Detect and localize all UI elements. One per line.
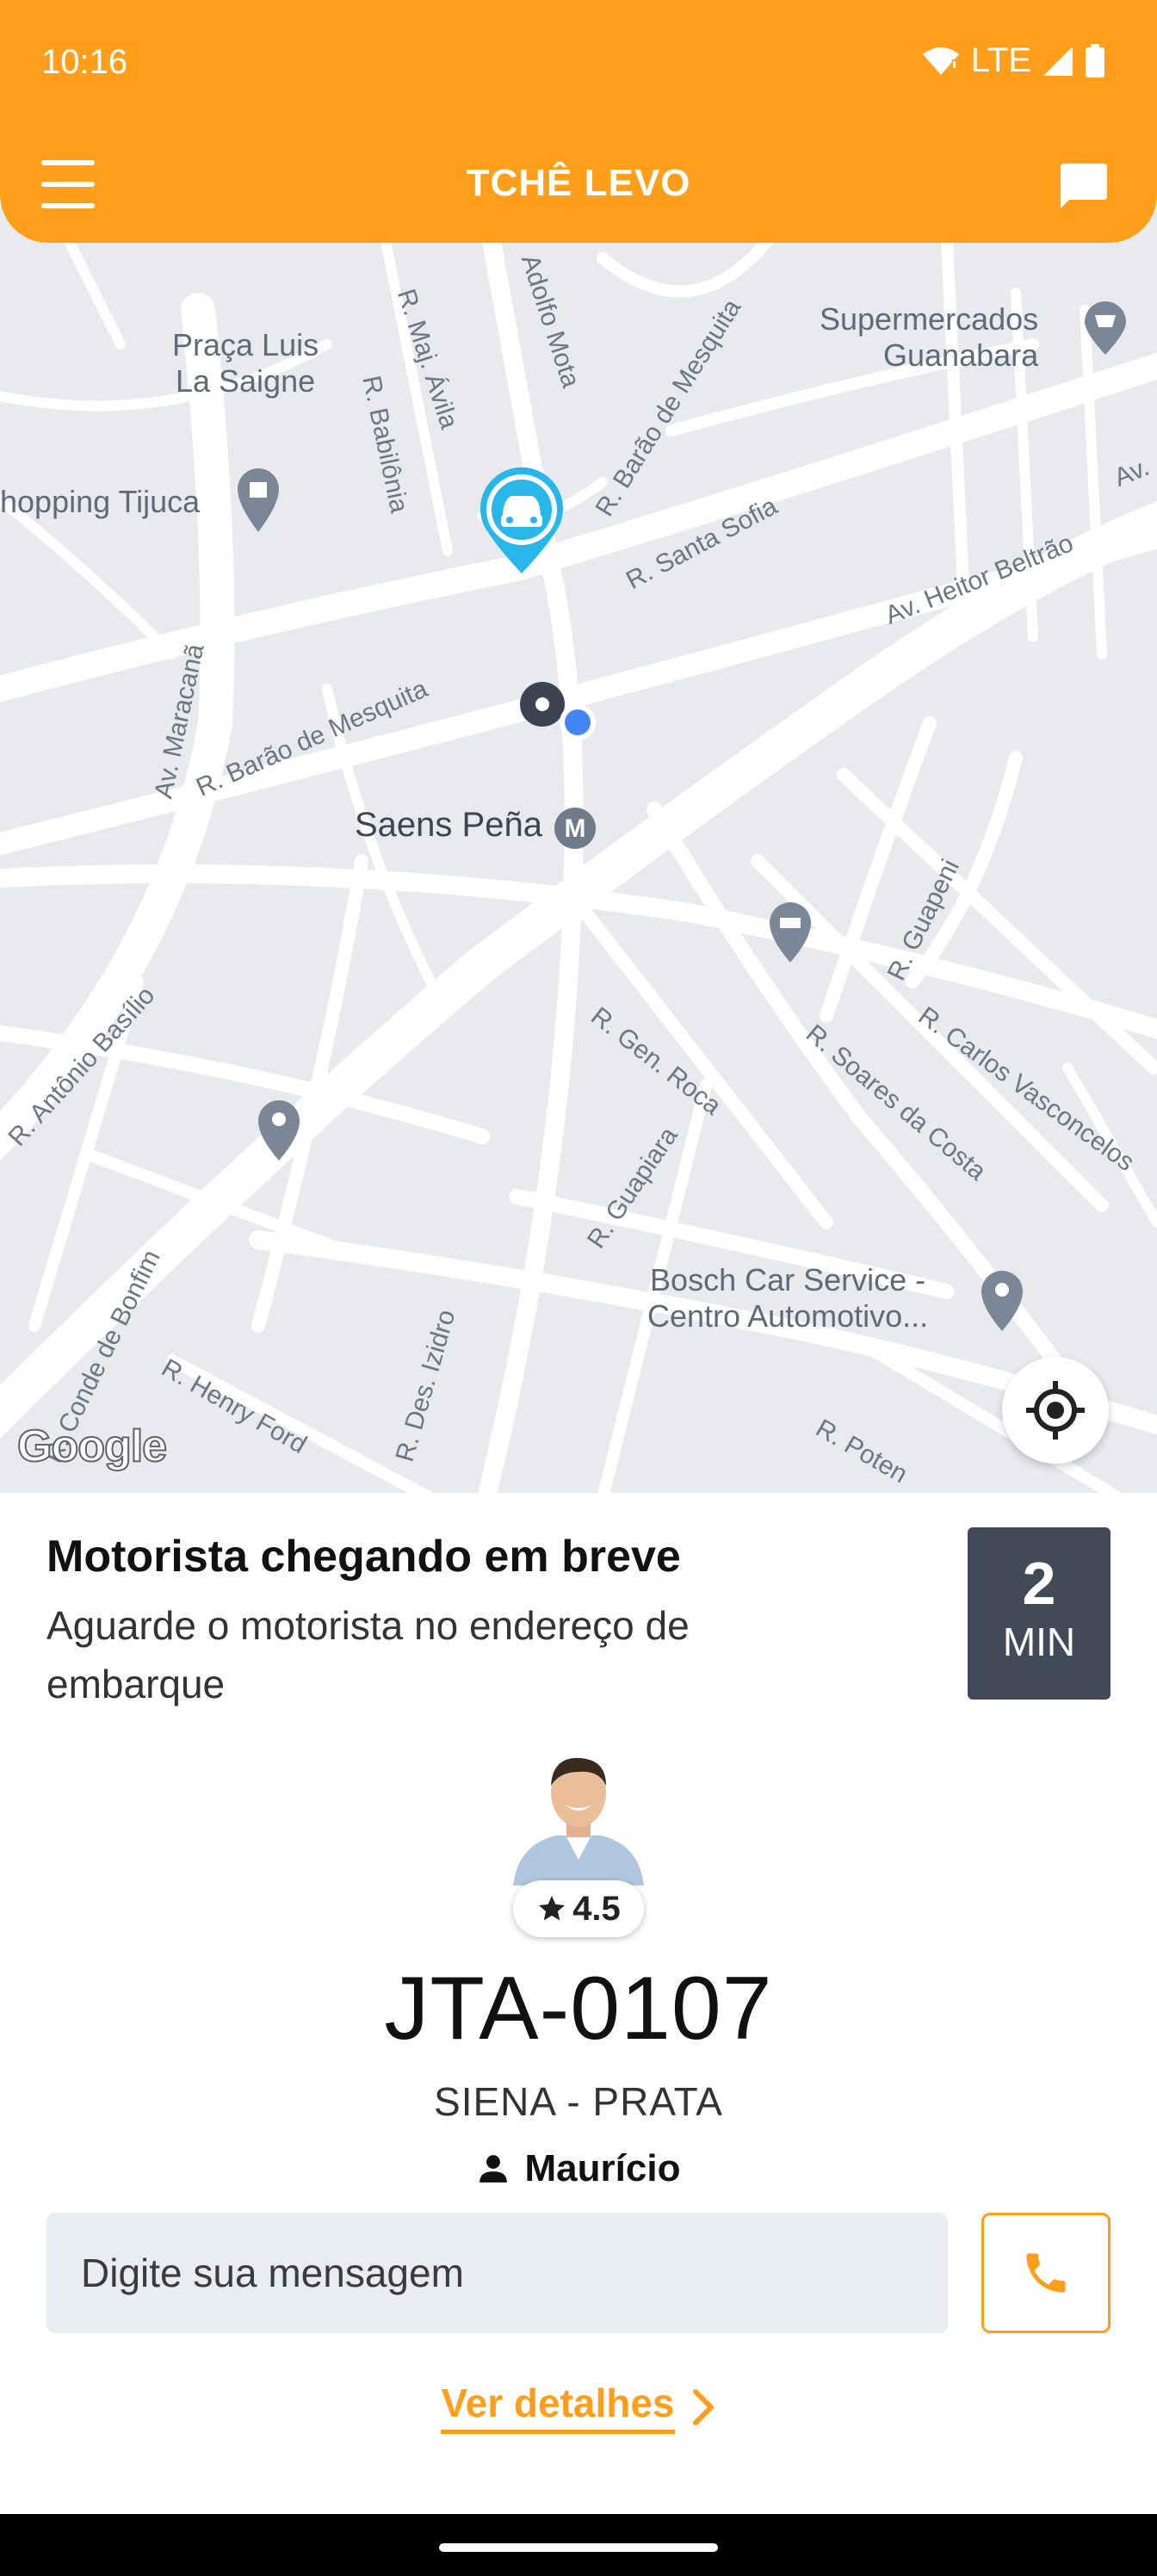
network-type-label: LTE — [970, 41, 1031, 79]
trip-status-subtitle: Aguarde o motorista no endereço de embar… — [46, 1603, 690, 1706]
home-gesture-handle[interactable] — [439, 2543, 718, 2552]
eta-unit: MIN — [1002, 1619, 1076, 1664]
map-place-bosch: Bosch Car Service - Centro Automotivo... — [647, 1262, 928, 1334]
driver-name: Maurício — [524, 2147, 681, 2189]
shopping-cart-pin-icon — [1085, 301, 1126, 355]
app-title: TCHÊ LEVO — [466, 162, 691, 204]
google-attribution-logo: Google — [16, 1421, 168, 1472]
status-icons: LTE — [921, 41, 1105, 80]
system-navigation-bar — [0, 2514, 1157, 2576]
chat-button[interactable] — [1057, 162, 1109, 210]
wifi-icon — [922, 46, 959, 75]
call-driver-button[interactable] — [981, 2213, 1111, 2333]
chevron-right-icon — [692, 2388, 714, 2425]
driver-rating-badge: 4.5 — [513, 1880, 644, 1937]
cell-signal-icon — [1043, 46, 1073, 76]
eta-value: 2 — [1022, 1550, 1056, 1617]
trip-status-title: Motorista chegando em breve — [46, 1532, 681, 1582]
map-place-saens-pena: Saens Peña — [355, 806, 542, 844]
location-pin-icon — [981, 1271, 1023, 1331]
map-place-line: Supermercados — [820, 301, 1039, 337]
my-location-button[interactable] — [1002, 1357, 1109, 1464]
location-pin-icon — [258, 1100, 300, 1161]
map-place-line: hopping Tijuca — [0, 484, 201, 519]
map-place-praca-luis: Praça Luis La Saigne — [172, 327, 319, 399]
app-header: 10:16 LTE TCHÊ LEVO — [0, 0, 1157, 243]
view-details-link[interactable]: Ver detalhes — [0, 2380, 1157, 2434]
vehicle-plate: JTA-0107 — [384, 1959, 773, 2059]
view-details-label: Ver detalhes — [441, 2380, 675, 2434]
metro-station-icon: M — [554, 808, 596, 849]
driver-name-row: Maurício — [0, 2147, 1157, 2190]
battery-icon — [1086, 43, 1104, 77]
user-location-dot-icon — [560, 704, 596, 740]
star-icon — [539, 1896, 566, 1921]
svg-text:M: M — [565, 814, 586, 843]
message-input[interactable] — [46, 2213, 948, 2333]
chat-bubble-icon — [1061, 164, 1107, 208]
map-place-line: Centro Automotivo... — [647, 1298, 929, 1334]
eta-badge: 2 MIN — [968, 1527, 1111, 1700]
phone-icon — [1026, 2253, 1066, 2293]
map-place-line: Praça Luis — [172, 327, 319, 362]
hotel-pin-icon — [770, 902, 811, 963]
map-place-line: Guanabara — [883, 337, 1039, 373]
person-icon — [479, 2155, 507, 2183]
status-time: 10:16 — [41, 43, 128, 81]
crosshair-target-icon — [1026, 1381, 1085, 1440]
map-place-line: La Saigne — [175, 363, 316, 399]
driver-avatar — [513, 1757, 644, 1886]
map-place-supermercados: Supermercados Guanabara — [820, 301, 1038, 374]
shopping-bag-pin-icon — [238, 468, 279, 532]
map-place-line: Bosch Car Service - — [650, 1262, 926, 1297]
driver-rating-value: 4.5 — [572, 1889, 621, 1928]
map-view[interactable]: Praça Luis La Saigne Supermercados Guana… — [0, 207, 1157, 1493]
driver-car-marker-icon — [480, 467, 563, 573]
map-place-shopping-tijuca: hopping Tijuca — [0, 484, 200, 520]
vehicle-model: SIENA - PRATA — [434, 2079, 723, 2124]
trip-status-sheet: Motorista chegando em breve Aguarde o mo… — [0, 1493, 1157, 2514]
